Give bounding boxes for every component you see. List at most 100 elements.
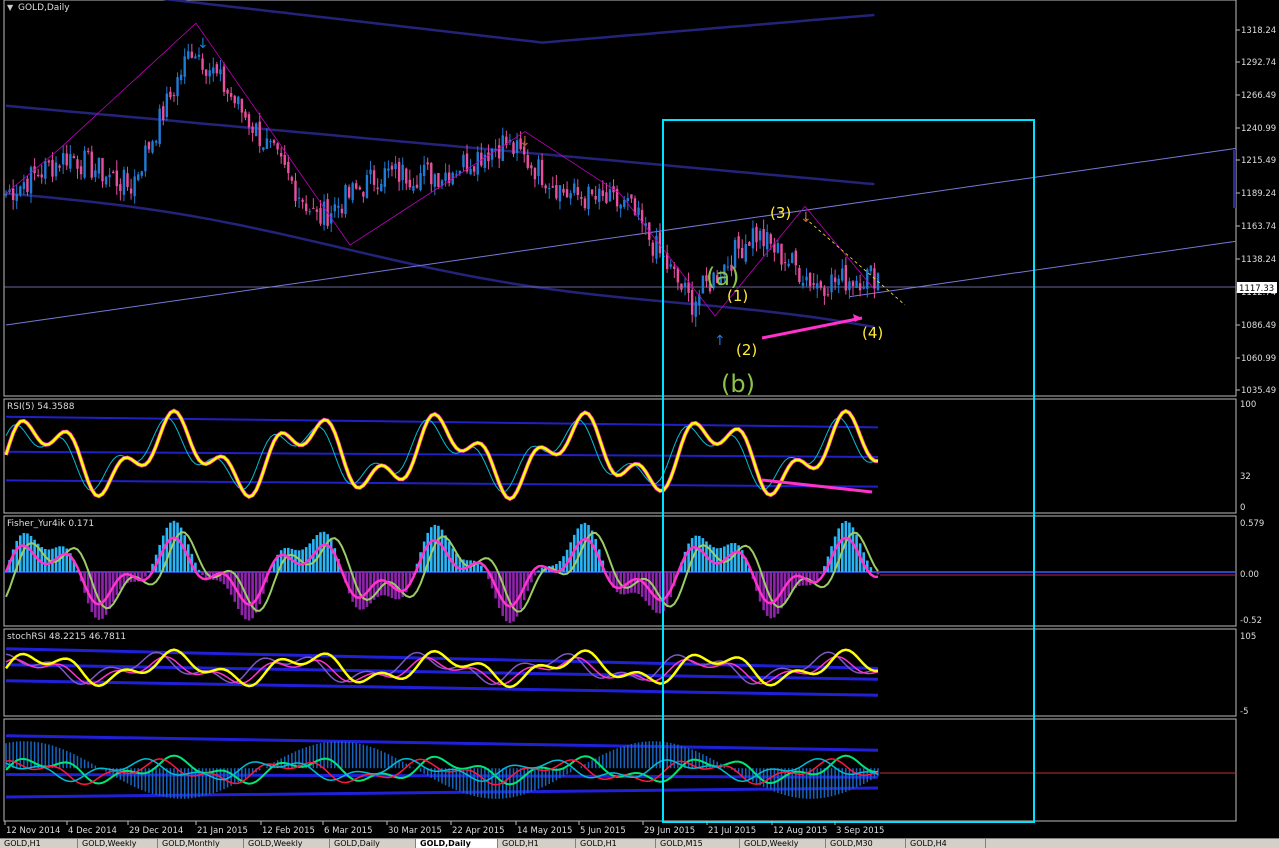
candle-body (83, 151, 85, 178)
fisher-bar (148, 571, 151, 572)
candle-body (487, 152, 489, 161)
candle-body (30, 167, 32, 193)
candle-body (273, 140, 275, 143)
fisher-bar (326, 534, 329, 572)
candle-body (241, 99, 243, 113)
candle-body (755, 227, 757, 243)
candle-body (834, 278, 836, 283)
candle-body (527, 155, 529, 168)
candle-body (173, 95, 175, 96)
candle-body (491, 149, 493, 160)
candle-body (112, 172, 114, 173)
fisher-bar (537, 571, 540, 572)
fisher-bar (587, 525, 590, 572)
fisher-bar (323, 532, 326, 572)
candle-body (19, 186, 21, 195)
price-tick-label: 1189.24 (1241, 189, 1276, 199)
selection-rectangle[interactable] (663, 120, 1034, 822)
fisher-bar (144, 572, 147, 577)
date-label: 22 Apr 2015 (452, 826, 505, 836)
candle-body (48, 161, 50, 163)
fisher-scale-bottom: -0.52 (1240, 616, 1262, 626)
candle-body (116, 171, 118, 187)
candle-body (380, 184, 382, 191)
candle-body (784, 262, 786, 263)
date-label: 21 Jul 2015 (708, 826, 756, 836)
candle-body (437, 173, 439, 187)
rsi-layer (6, 411, 878, 499)
candle-body (176, 77, 178, 96)
candle-body (55, 162, 57, 176)
candle-body (766, 232, 768, 249)
candle-body (580, 197, 582, 199)
candle-body (276, 143, 278, 149)
candle-body (780, 244, 782, 265)
price-tick-label: 1035.49 (1241, 386, 1276, 396)
candle-body (334, 204, 336, 211)
candle-body (566, 189, 568, 197)
candle-body (827, 294, 829, 295)
fisher-bar (248, 572, 251, 621)
candle-body (512, 142, 514, 154)
date-label: 12 Feb 2015 (262, 826, 315, 836)
candle-body (594, 196, 596, 200)
date-label: 12 Nov 2014 (6, 826, 60, 836)
candle-body (123, 170, 125, 195)
candle-body (498, 145, 500, 158)
candle-body (219, 69, 221, 74)
candle-body (316, 210, 318, 212)
rsi-scale-top: 100 (1240, 400, 1256, 410)
candle-body (108, 175, 110, 177)
candle-body (752, 228, 754, 248)
candle-body (162, 106, 164, 120)
candle-body (158, 109, 160, 144)
candle-body (423, 165, 425, 176)
candle-body (659, 232, 661, 253)
wave-label-1: (1) (727, 287, 748, 305)
fisher-scale-zero: 0.00 (1240, 570, 1259, 580)
fisher-bar (820, 572, 823, 574)
fisher-bar (816, 572, 819, 580)
candle-body (251, 126, 253, 133)
fisher-bar (698, 536, 701, 572)
candle-body (741, 248, 743, 258)
candle-body (462, 155, 464, 167)
candle-body (619, 205, 621, 209)
candle-body (23, 182, 25, 189)
candle-body (394, 164, 396, 169)
candle-body (398, 162, 400, 182)
candle-body (284, 155, 286, 165)
candle-body (702, 276, 704, 294)
fisher-bar (201, 572, 204, 575)
fisher-bar (480, 566, 483, 572)
main-panel (4, 0, 1236, 396)
fisher-bar (637, 572, 640, 594)
fisher-bar (848, 523, 851, 572)
fisher-bar (62, 546, 65, 572)
candle-body (237, 97, 239, 104)
fisher-bar (484, 571, 487, 572)
price-tick-label: 1318.24 (1241, 26, 1276, 36)
price-tick-label: 1292.74 (1241, 58, 1276, 68)
candle-body (502, 135, 504, 161)
bands-layer (6, 736, 1236, 799)
candle-body (344, 185, 346, 214)
fisher-bar (501, 572, 504, 616)
envelope-upper (6, 0, 874, 43)
fisher-bar (380, 572, 383, 595)
fisher-bar (591, 531, 594, 572)
rsi-label: RSI(5) 54.3588 (7, 402, 75, 412)
candle-body (845, 265, 847, 290)
fisher-bar (716, 548, 719, 572)
candle-body (391, 166, 393, 170)
fisher-bar (101, 572, 104, 619)
candle-body (262, 147, 264, 150)
candle-body (337, 206, 339, 208)
chart-area[interactable]: ↓↓↓↑ ▼ GOLD,Daily RSI(5) 54.3588 Fisher_… (0, 0, 1279, 838)
candle-body (759, 231, 761, 241)
candle-body (405, 169, 407, 184)
fisher-bar (659, 572, 662, 613)
candle-body (863, 287, 865, 289)
candle-body (66, 153, 68, 165)
chart-title-arrow-icon[interactable]: ▼ (7, 3, 14, 12)
